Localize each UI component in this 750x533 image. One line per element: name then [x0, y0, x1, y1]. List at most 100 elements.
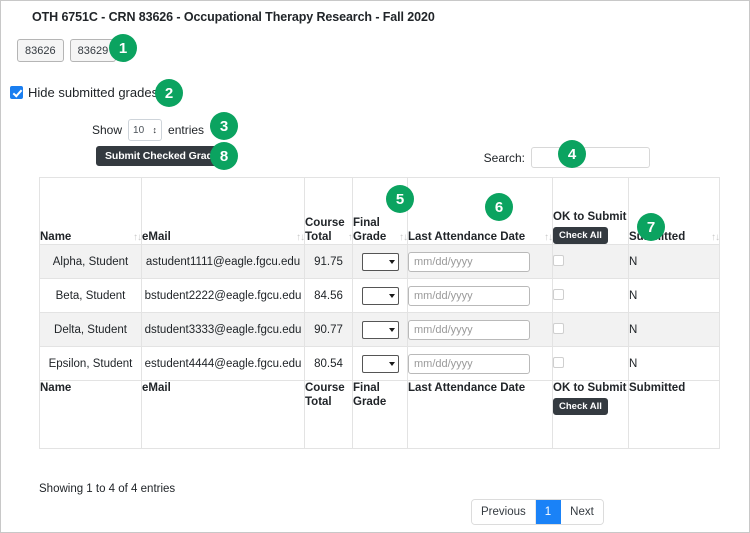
page-title: OTH 6751C - CRN 83626 - Occupational The…: [32, 10, 435, 24]
column-header-name-label: Name: [40, 231, 72, 243]
cell-student-email: astudent1111@eagle.fgcu.edu: [141, 244, 305, 279]
cell-student-email: estudent4444@eagle.fgcu.edu: [141, 346, 305, 381]
cell-student-email: bstudent2222@eagle.fgcu.edu: [141, 278, 305, 313]
footer-ok-to-submit-label: OK to Submit: [553, 382, 627, 394]
entries-info: Showing 1 to 4 of 4 entries: [39, 483, 176, 495]
length-menu-suffix: entries: [168, 123, 205, 137]
cell-last-attendance-date: [407, 312, 553, 347]
ok-to-submit-checkbox[interactable]: [553, 288, 564, 300]
cell-student-name: Delta, Student: [39, 312, 142, 347]
cell-student-name: Alpha, Student: [39, 244, 142, 279]
ok-to-submit-checkbox[interactable]: [553, 254, 564, 266]
column-header-name[interactable]: Name ↑↓: [39, 177, 142, 245]
cell-student-name: Beta, Student: [39, 278, 142, 313]
chevron-down-icon: [388, 327, 395, 332]
table-row: Alpha, Student astudent1111@eagle.fgcu.e…: [39, 244, 720, 279]
cell-submitted: N: [628, 312, 720, 347]
hide-submitted-grades-checkbox[interactable]: [10, 86, 23, 99]
cell-final-grade: [352, 244, 408, 279]
grades-table-foot: Name eMail Course Total Final Grade Last…: [39, 380, 720, 449]
column-header-ok-to-submit-label: OK to Submit: [553, 211, 627, 223]
crn-button-83626[interactable]: 83626: [17, 39, 64, 62]
final-grade-select[interactable]: [361, 354, 399, 373]
entries-per-page-value: 10: [133, 124, 145, 136]
final-grade-select[interactable]: [361, 252, 399, 271]
cell-ok-to-submit: [552, 278, 629, 313]
sort-icon: ↑↓: [296, 232, 305, 243]
crn-button-group: 83626 83629: [17, 39, 117, 62]
footer-ok-to-submit: OK to Submit Check All: [552, 380, 629, 449]
cell-final-grade: [352, 346, 408, 381]
last-attendance-date-input[interactable]: [408, 319, 530, 340]
callout-badge-5: 5: [386, 185, 414, 213]
column-header-final-grade-label: Final Grade: [353, 217, 387, 243]
cell-course-total: 80.54: [304, 346, 353, 381]
column-header-last-attendance-date[interactable]: Last Attendance Date ↑↓: [407, 177, 553, 245]
cell-ok-to-submit: [552, 244, 629, 279]
callout-badge-1: 1: [109, 34, 137, 62]
check-all-button-footer[interactable]: Check All: [553, 398, 608, 415]
table-row: Delta, Student dstudent3333@eagle.fgcu.e…: [39, 312, 720, 347]
grades-table-wrapper: Name ↑↓ eMail ↑↓ Course Total ↑↓: [39, 177, 720, 449]
footer-course-total: Course Total: [304, 380, 353, 449]
check-all-button-header[interactable]: Check All: [553, 227, 608, 244]
column-header-email[interactable]: eMail ↑↓: [141, 177, 305, 245]
pagination: Previous 1 Next: [471, 499, 604, 525]
footer-last-attendance-date: Last Attendance Date: [407, 380, 553, 449]
footer-final-grade: Final Grade: [352, 380, 408, 449]
table-footer-row: Name eMail Course Total Final Grade Last…: [39, 380, 720, 449]
hide-submitted-grades-label: Hide submitted grades: [28, 85, 159, 100]
length-menu: Show 10 ↕ entries: [92, 119, 204, 141]
cell-last-attendance-date: [407, 244, 553, 279]
search-input[interactable]: [531, 147, 650, 168]
footer-name: Name: [39, 380, 142, 449]
sort-icon: ↑↓: [544, 232, 553, 243]
cell-student-email: dstudent3333@eagle.fgcu.edu: [141, 312, 305, 347]
sort-icon: ↑↓: [399, 232, 408, 243]
chevron-down-icon: [388, 293, 395, 298]
sort-icon: ↑↓: [711, 232, 720, 243]
ok-to-submit-checkbox[interactable]: [553, 356, 564, 368]
grades-table-body: Alpha, Student astudent1111@eagle.fgcu.e…: [39, 244, 720, 381]
footer-submitted: Submitted: [628, 380, 720, 449]
table-row: Beta, Student bstudent2222@eagle.fgcu.ed…: [39, 278, 720, 313]
last-attendance-date-input[interactable]: [408, 251, 530, 272]
cell-final-grade: [352, 312, 408, 347]
grades-table-head: Name ↑↓ eMail ↑↓ Course Total ↑↓: [39, 177, 720, 245]
cell-course-total: 91.75: [304, 244, 353, 279]
pagination-previous[interactable]: Previous: [472, 500, 536, 524]
chevron-down-icon: [388, 361, 395, 366]
cell-course-total: 84.56: [304, 278, 353, 313]
last-attendance-date-input[interactable]: [408, 353, 530, 374]
chevron-down-icon: [388, 259, 395, 264]
table-row: Epsilon, Student estudent4444@eagle.fgcu…: [39, 346, 720, 381]
table-header-row: Name ↑↓ eMail ↑↓ Course Total ↑↓: [39, 177, 720, 245]
column-header-course-total[interactable]: Course Total ↑↓: [304, 177, 357, 245]
cell-last-attendance-date: [407, 278, 553, 313]
grade-submission-page: OTH 6751C - CRN 83626 - Occupational The…: [0, 0, 750, 533]
ok-to-submit-checkbox[interactable]: [553, 322, 564, 334]
cell-ok-to-submit: [552, 312, 629, 347]
sort-icon: ↑↓: [133, 232, 142, 243]
last-attendance-date-input[interactable]: [408, 285, 530, 306]
pagination-next[interactable]: Next: [561, 500, 603, 524]
grades-table: Name ↑↓ eMail ↑↓ Course Total ↑↓: [39, 177, 720, 449]
callout-badge-8: 8: [210, 142, 238, 170]
pagination-page-1[interactable]: 1: [535, 500, 562, 524]
footer-email: eMail: [141, 380, 305, 449]
updown-arrows-icon: ↕: [152, 125, 158, 135]
column-header-ok-to-submit: OK to Submit Check All: [552, 177, 629, 245]
cell-last-attendance-date: [407, 346, 553, 381]
cell-final-grade: [352, 278, 408, 313]
final-grade-select[interactable]: [361, 286, 399, 305]
column-header-email-label: eMail: [142, 231, 171, 243]
callout-badge-3: 3: [210, 112, 238, 140]
hide-submitted-grades-row: Hide submitted grades: [10, 85, 158, 100]
entries-per-page-select[interactable]: 10 ↕: [128, 119, 163, 141]
callout-badge-4: 4: [558, 140, 586, 168]
final-grade-select[interactable]: [361, 320, 399, 339]
cell-submitted: N: [628, 278, 720, 313]
column-header-course-total-label: Course Total: [305, 217, 345, 243]
cell-student-name: Epsilon, Student: [39, 346, 142, 381]
callout-badge-6: 6: [485, 193, 513, 221]
